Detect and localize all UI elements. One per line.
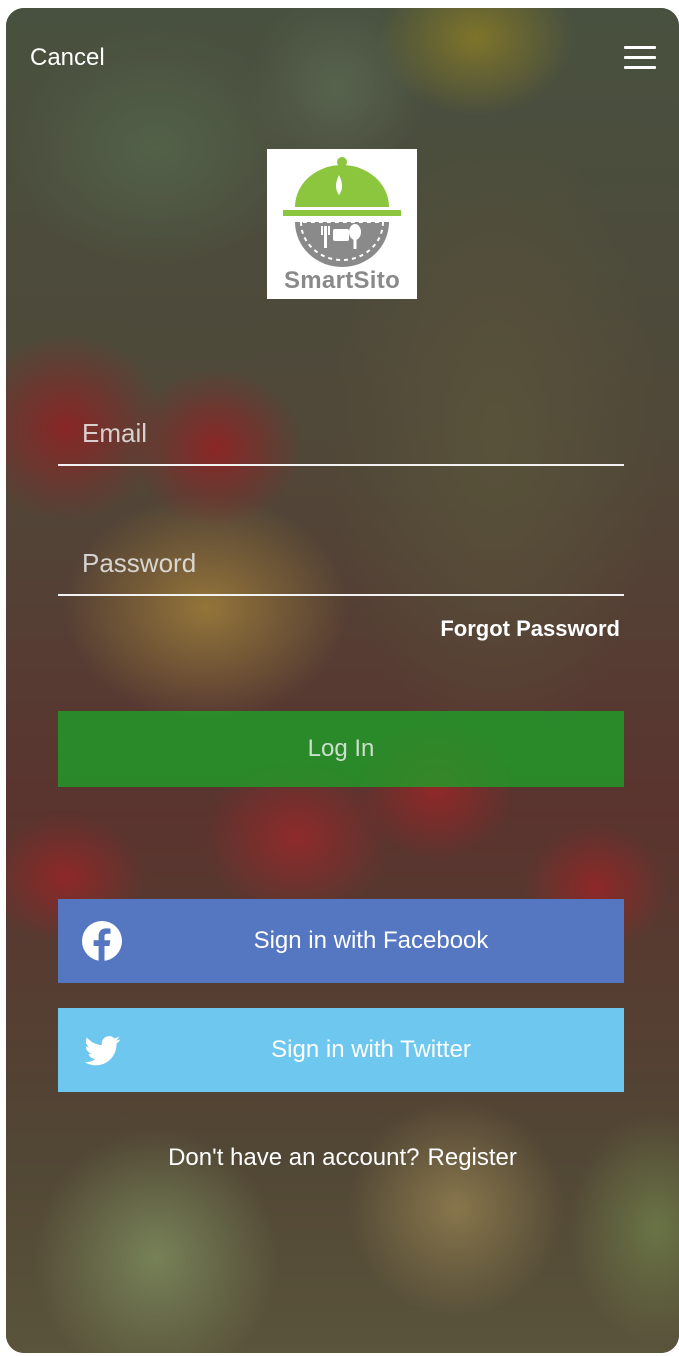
login-screen: Cancel SmartSito Email Forgot Password L… [6, 8, 679, 1353]
register-prompt: Don't have an account? Register [6, 1144, 679, 1172]
twitter-signin-button[interactable]: Sign in with Twitter [58, 1008, 624, 1092]
email-input[interactable] [80, 412, 604, 454]
forgot-password-link[interactable]: Forgot Password [376, 616, 620, 642]
password-field [58, 534, 624, 596]
hamburger-menu-icon[interactable] [624, 46, 658, 70]
facebook-signin-label: Sign in with Facebook [253, 927, 489, 954]
email-field [58, 404, 624, 466]
smartsito-logo: SmartSito [267, 149, 417, 299]
password-input[interactable] [80, 542, 604, 584]
cancel-button[interactable]: Cancel [30, 44, 105, 72]
login-button[interactable]: Log In [58, 711, 624, 787]
register-link[interactable]: Register [428, 1144, 517, 1171]
logo-text: SmartSito [283, 267, 401, 294]
login-content: Cancel SmartSito Email Forgot Password L… [6, 8, 679, 1353]
twitter-signin-label: Sign in with Twitter [271, 1036, 471, 1063]
facebook-signin-button[interactable]: Sign in with Facebook [58, 899, 624, 983]
login-button-label: Log In [307, 735, 375, 762]
no-account-text: Don't have an account? [168, 1144, 420, 1171]
